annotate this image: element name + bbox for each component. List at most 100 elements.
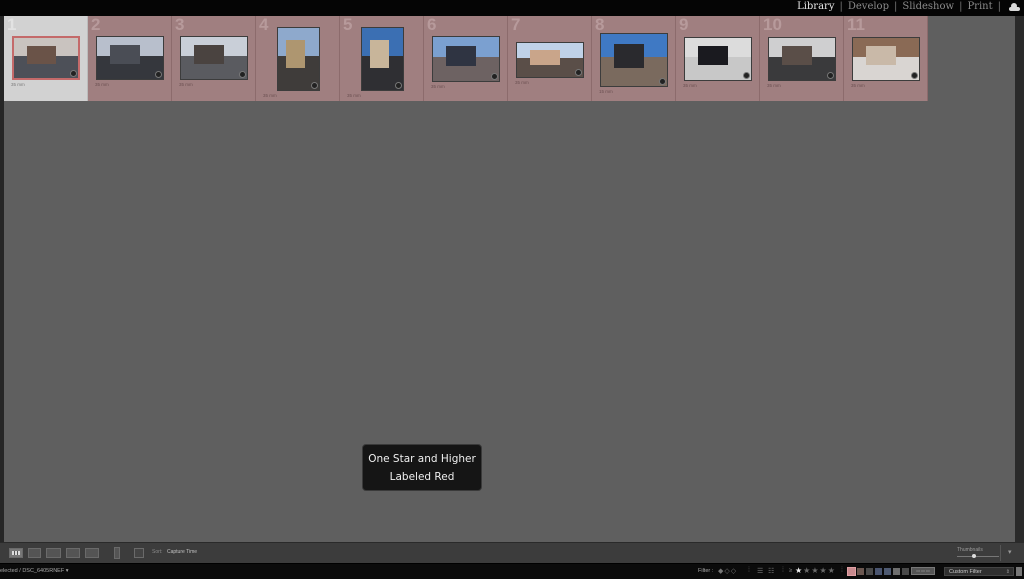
grid-cell[interactable]: 9 35 mm bbox=[676, 16, 760, 101]
grid-cell[interactable]: 4 35 mm bbox=[256, 16, 340, 101]
module-library[interactable]: Library bbox=[797, 1, 834, 12]
photo-thumbnail[interactable] bbox=[516, 42, 584, 78]
filter-lock-icon[interactable] bbox=[1016, 567, 1022, 576]
thumb-ground bbox=[769, 65, 835, 80]
thumb-subject bbox=[782, 46, 812, 66]
grid-cell[interactable]: 5 35 mm bbox=[340, 16, 424, 101]
grid-cell[interactable]: 3 35 mm bbox=[172, 16, 256, 101]
photo-thumbnail[interactable] bbox=[768, 37, 836, 81]
develop-badge-icon[interactable] bbox=[155, 71, 162, 78]
grid-scrollbar[interactable] bbox=[1015, 16, 1024, 542]
source-path[interactable]: elected / DSC_6405RNEF ▾ bbox=[0, 568, 69, 574]
cell-index: 2 bbox=[91, 15, 101, 34]
color-label-green[interactable] bbox=[866, 568, 873, 575]
library-toolbar: Sort: Capture Time Thumbnails ▾ bbox=[0, 542, 1024, 563]
focal-length: 35 mm bbox=[95, 82, 109, 87]
color-label-yellow[interactable] bbox=[857, 568, 864, 575]
develop-badge-icon[interactable] bbox=[70, 70, 77, 77]
color-label-none[interactable] bbox=[902, 568, 909, 575]
develop-badge-icon[interactable] bbox=[743, 72, 750, 79]
thumb-ground bbox=[433, 65, 499, 81]
grid-cell[interactable]: 8 15 mm bbox=[592, 16, 676, 101]
photo-thumbnail[interactable] bbox=[852, 37, 920, 81]
rating-operator[interactable]: ≥ bbox=[789, 568, 792, 574]
module-slideshow[interactable]: Slideshow bbox=[902, 1, 954, 12]
painter-icon[interactable] bbox=[114, 547, 120, 559]
photo-thumbnail[interactable] bbox=[180, 36, 248, 80]
dropdown-arrow-icon: ⇕ bbox=[1005, 569, 1010, 575]
focal-length: 35 mm bbox=[683, 83, 697, 88]
thumb-subject bbox=[370, 40, 389, 69]
thumbnail-size-slider[interactable] bbox=[957, 554, 999, 558]
cell-index: 7 bbox=[511, 15, 521, 34]
thumb-ground bbox=[517, 65, 583, 77]
photo-thumbnail[interactable] bbox=[684, 37, 752, 81]
people-view-button[interactable] bbox=[85, 548, 99, 558]
develop-badge-icon[interactable] bbox=[239, 71, 246, 78]
module-develop[interactable]: Develop bbox=[848, 1, 889, 12]
grid-cell[interactable]: 6 35 mm bbox=[424, 16, 508, 101]
star-icon[interactable]: ★ bbox=[811, 566, 819, 575]
unedited-filter-icon[interactable]: ☷ bbox=[768, 567, 774, 575]
develop-badge-icon[interactable] bbox=[827, 72, 834, 79]
thumb-subject bbox=[446, 45, 476, 66]
filter-separator: ⁞ bbox=[782, 567, 784, 574]
color-label-blue[interactable] bbox=[875, 568, 882, 575]
star-icon[interactable]: ★ bbox=[795, 566, 803, 575]
grid-cell[interactable]: 2 35 mm bbox=[88, 16, 172, 101]
develop-badge-icon[interactable] bbox=[575, 69, 582, 76]
compare-view-button[interactable] bbox=[46, 548, 61, 558]
toolbar-menu-chevron-icon[interactable]: ▾ bbox=[1008, 548, 1012, 556]
develop-badge-icon[interactable] bbox=[395, 82, 402, 89]
custom-filter-label: Custom Filter bbox=[949, 569, 982, 575]
thumb-ground bbox=[685, 65, 751, 80]
develop-badge-icon[interactable] bbox=[491, 73, 498, 80]
color-label-purple[interactable] bbox=[884, 568, 891, 575]
grid-view-button[interactable] bbox=[9, 548, 23, 558]
sort-direction-icon[interactable] bbox=[134, 548, 144, 558]
focal-length: 35 mm bbox=[767, 83, 781, 88]
develop-badge-icon[interactable] bbox=[911, 72, 918, 79]
cloud-icon[interactable] bbox=[1008, 2, 1020, 11]
kind-filter[interactable]: ▭ ▭ ▭ bbox=[911, 567, 935, 575]
photo-thumbnail[interactable] bbox=[12, 36, 80, 80]
color-label-red[interactable] bbox=[847, 567, 856, 576]
module-separator: | bbox=[997, 1, 1001, 12]
focal-length: 35 mm bbox=[851, 83, 865, 88]
grid-cell[interactable]: 7 35 mm bbox=[508, 16, 592, 101]
cell-index: 10 bbox=[763, 15, 782, 34]
module-print[interactable]: Print bbox=[967, 1, 992, 12]
slider-knob[interactable] bbox=[972, 554, 977, 558]
color-label-filter bbox=[847, 567, 909, 576]
module-bar: Library | Develop | Slideshow | Print | bbox=[0, 0, 1024, 16]
filter-toast: One Star and Higher Labeled Red bbox=[362, 444, 482, 491]
focal-length: 35 mm bbox=[515, 80, 529, 85]
grid-cell[interactable]: 10 35 mm bbox=[760, 16, 844, 101]
star-icon[interactable]: ★ bbox=[820, 566, 828, 575]
photo-thumbnail[interactable] bbox=[361, 27, 404, 91]
toast-line-1: One Star and Higher bbox=[368, 452, 476, 465]
survey-view-button[interactable] bbox=[66, 548, 80, 558]
sort-dropdown[interactable]: Capture Time bbox=[167, 549, 197, 555]
grid-cell[interactable]: 1 35 mm bbox=[4, 16, 88, 101]
star-icon[interactable]: ★ bbox=[828, 566, 836, 575]
cell-index: 9 bbox=[679, 15, 689, 34]
grid-cell[interactable]: 11 35 mm bbox=[844, 16, 928, 101]
edit-filter-icon[interactable]: ☰ bbox=[757, 567, 763, 575]
loupe-view-button[interactable] bbox=[28, 548, 41, 558]
photo-thumbnail[interactable] bbox=[277, 27, 320, 91]
photo-thumbnail[interactable] bbox=[432, 36, 500, 82]
thumb-subject bbox=[530, 49, 560, 66]
cell-index: 3 bbox=[175, 15, 185, 34]
thumb-subject bbox=[194, 45, 224, 65]
develop-badge-icon[interactable] bbox=[311, 82, 318, 89]
photo-thumbnail[interactable] bbox=[96, 36, 164, 80]
thumb-subject bbox=[26, 46, 56, 64]
color-label-custom[interactable] bbox=[893, 568, 900, 575]
flag-filter[interactable]: ◆◇◇ bbox=[718, 567, 737, 575]
module-separator: | bbox=[839, 1, 843, 12]
custom-filter-dropdown[interactable]: Custom Filter ⇕ bbox=[944, 567, 1014, 576]
photo-thumbnail[interactable] bbox=[600, 33, 668, 87]
cell-index: 5 bbox=[343, 15, 353, 34]
develop-badge-icon[interactable] bbox=[659, 78, 666, 85]
